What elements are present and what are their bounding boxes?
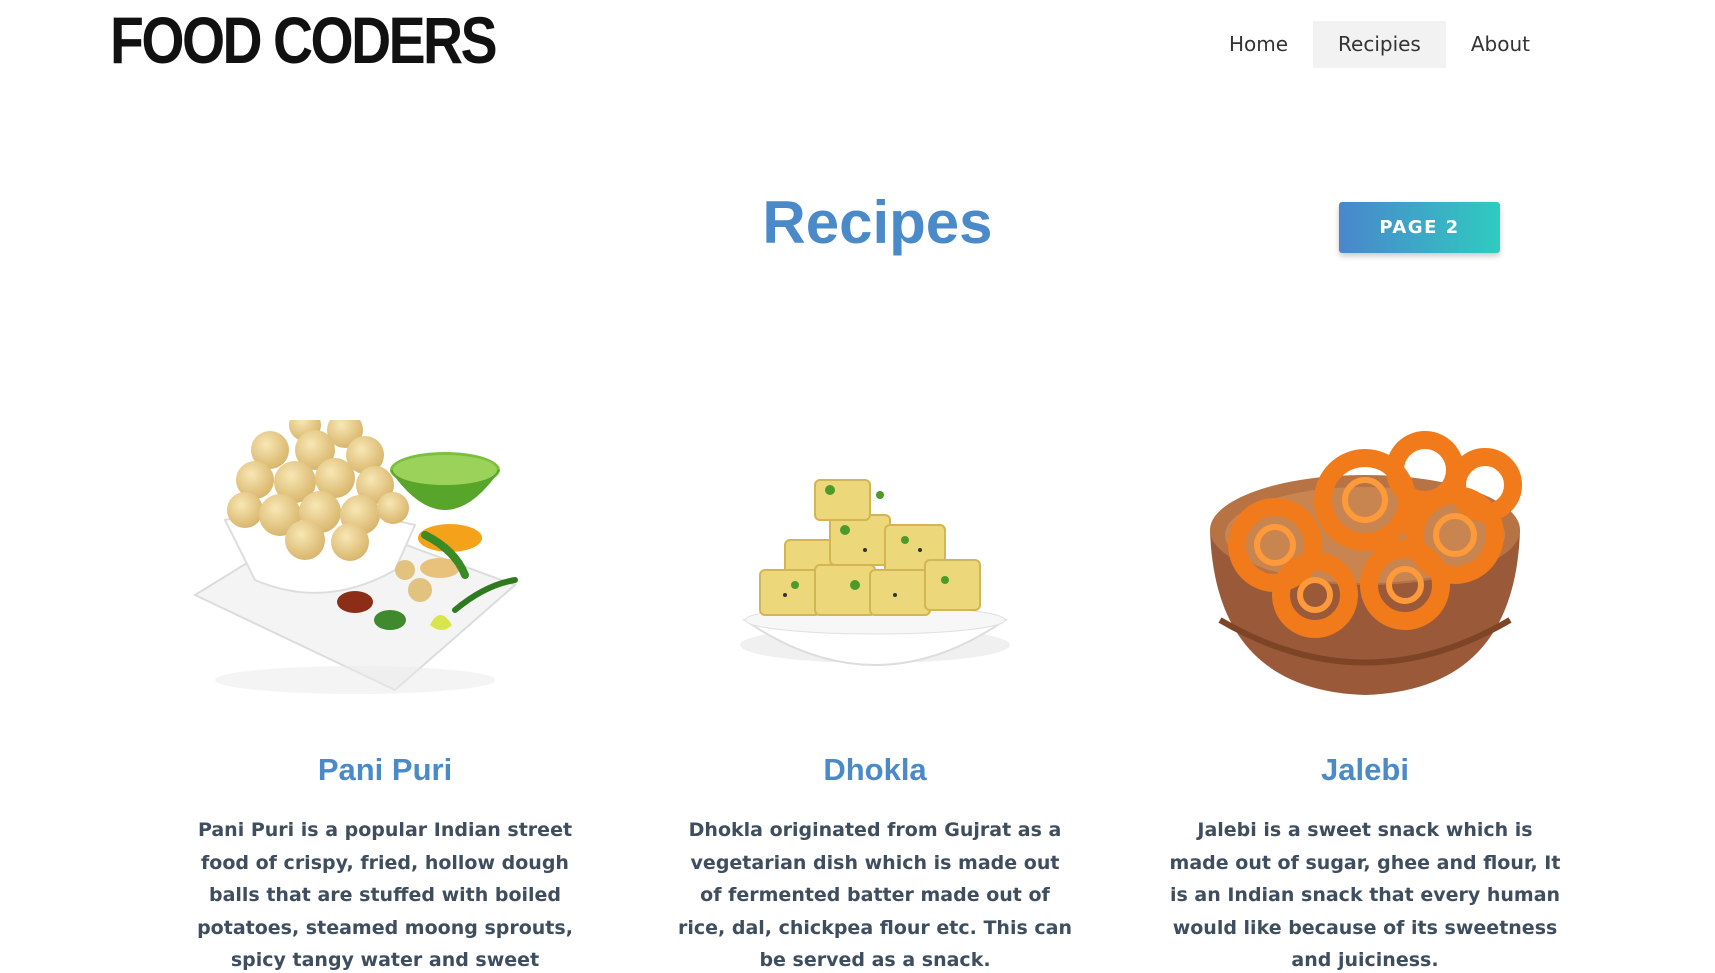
pani-puri-image bbox=[192, 420, 518, 694]
nav-about-link[interactable]: About bbox=[1446, 21, 1555, 68]
site-header: FOOD CODERS Home Recipies About bbox=[0, 0, 1715, 90]
recipe-description: Jalebi is a sweet snack which is made ou… bbox=[1169, 819, 1561, 971]
main-nav: Home Recipies About bbox=[1204, 21, 1555, 68]
nav-home-link[interactable]: Home bbox=[1204, 21, 1313, 68]
recipe-title[interactable]: Pani Puri bbox=[175, 752, 595, 792]
recipe-description: Dhokla originated from Gujrat as a veget… bbox=[678, 819, 1072, 971]
recipe-description: Pani Puri is a popular Indian street foo… bbox=[197, 819, 573, 971]
nav-recipies-link[interactable]: Recipies bbox=[1313, 21, 1446, 68]
site-logo[interactable]: FOOD CODERS bbox=[110, 2, 498, 78]
recipe-card-pani-puri: Pani Puri Pani Puri is a popular Indian … bbox=[175, 420, 595, 973]
page-2-button[interactable]: PAGE 2 bbox=[1339, 202, 1500, 253]
recipe-title[interactable]: Jalebi bbox=[1155, 752, 1575, 792]
recipe-card-dhokla: Dhokla Dhokla originated from Gujrat as … bbox=[665, 420, 1085, 973]
jalebi-image bbox=[1210, 431, 1522, 695]
recipe-title[interactable]: Dhokla bbox=[665, 752, 1085, 792]
recipe-card-jalebi: Jalebi Jalebi is a sweet snack which is … bbox=[1155, 420, 1575, 973]
dhokla-image bbox=[740, 479, 1010, 666]
